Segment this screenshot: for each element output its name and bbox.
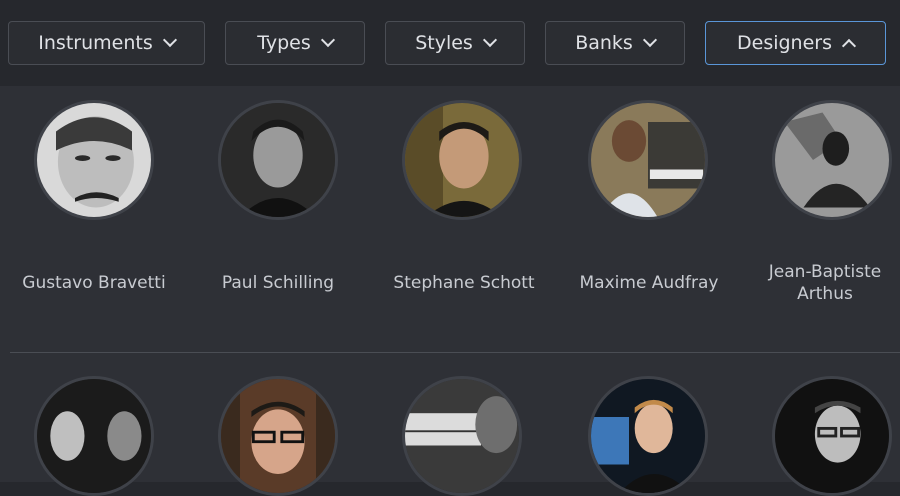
designer-avatar-1[interactable]	[34, 100, 154, 220]
designer-name-4[interactable]: Maxime Audfray	[564, 272, 734, 294]
chevron-down-icon	[642, 32, 657, 48]
chevron-down-icon	[482, 32, 497, 48]
designer-name-3[interactable]: Stephane Schott	[379, 272, 549, 294]
filter-bar: Instruments Types Styles Banks Designers	[0, 0, 900, 86]
designers-filter-button[interactable]: Designers	[705, 21, 886, 65]
chevron-down-icon	[320, 32, 335, 48]
chevron-up-icon	[841, 38, 857, 54]
designer-avatar-4[interactable]	[588, 100, 708, 220]
row-divider	[10, 352, 900, 353]
designer-avatar-5[interactable]	[772, 100, 892, 220]
banks-filter-label: Banks	[575, 32, 633, 54]
chevron-down-icon	[162, 32, 177, 48]
designer-name-1[interactable]: Gustavo Bravetti	[9, 272, 179, 294]
designer-avatar-7[interactable]	[218, 376, 338, 496]
styles-filter-label: Styles	[415, 32, 473, 54]
designer-avatar-6[interactable]	[34, 376, 154, 496]
designer-avatar-2[interactable]	[218, 100, 338, 220]
designers-filter-label: Designers	[737, 32, 832, 54]
designer-avatar-10[interactable]	[772, 376, 892, 496]
styles-filter-button[interactable]: Styles	[385, 21, 525, 65]
designer-name-5[interactable]: Jean-Baptiste Arthus	[750, 261, 900, 305]
instruments-filter-button[interactable]: Instruments	[8, 21, 205, 65]
designer-avatar-3[interactable]	[402, 100, 522, 220]
designer-name-2[interactable]: Paul Schilling	[193, 272, 363, 294]
designer-avatar-8[interactable]	[402, 376, 522, 496]
designers-grid: Gustavo Bravetti Paul Schilling Stephane…	[0, 86, 900, 496]
instruments-filter-label: Instruments	[38, 32, 153, 54]
types-filter-label: Types	[257, 32, 311, 54]
designer-avatar-9[interactable]	[588, 376, 708, 496]
types-filter-button[interactable]: Types	[225, 21, 365, 65]
banks-filter-button[interactable]: Banks	[545, 21, 685, 65]
